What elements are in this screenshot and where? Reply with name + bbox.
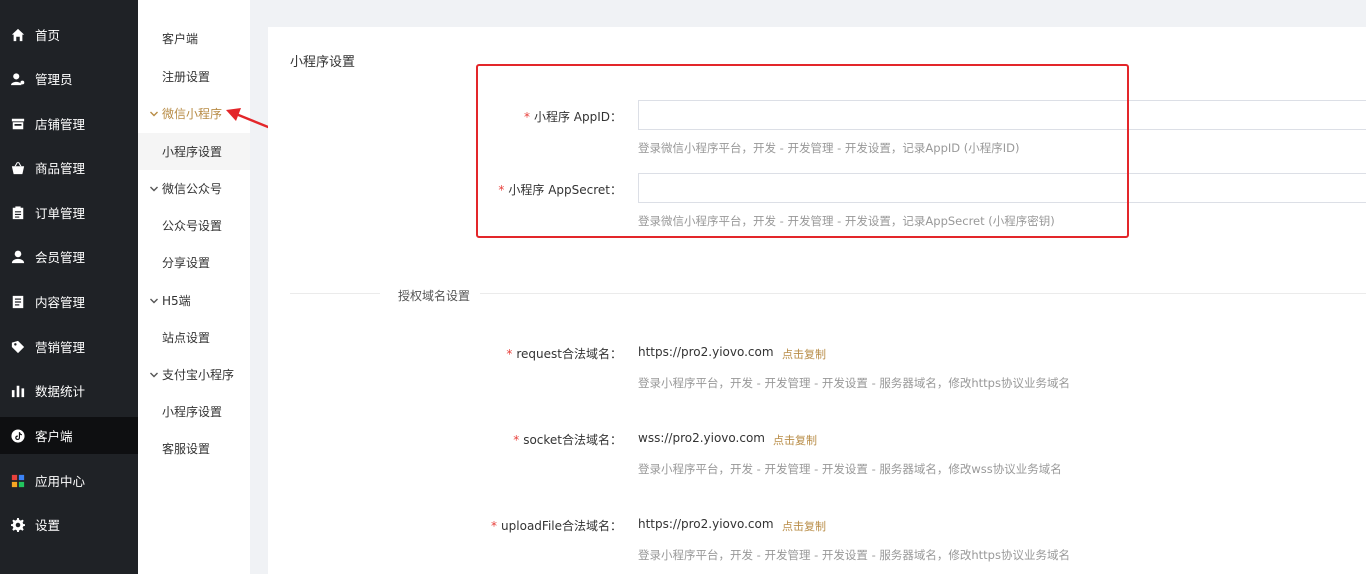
- annotation-highlight-box: [476, 64, 1129, 238]
- required-mark: *: [513, 433, 520, 447]
- sidebar-item-label: 内容管理: [35, 295, 86, 310]
- admin-user-icon: [11, 72, 25, 86]
- submenu-group-wechat-oa[interactable]: 微信公众号: [138, 170, 250, 207]
- submenu-group-label: H5端: [162, 294, 191, 308]
- submenu-group-h5[interactable]: H5端: [138, 282, 250, 319]
- sidebar-item-statistics[interactable]: 数据统计: [0, 372, 138, 409]
- chevron-down-icon: [149, 296, 159, 306]
- sidebar-item-members[interactable]: 会员管理: [0, 238, 138, 275]
- submenu-group-alipay-mini[interactable]: 支付宝小程序: [138, 356, 250, 393]
- domain-section-title: 授权域名设置: [396, 287, 473, 304]
- page-title: 小程序设置: [290, 55, 356, 70]
- request-domain-label-text: request合法域名：: [516, 347, 622, 361]
- required-mark: *: [506, 347, 513, 361]
- marketing-tag-icon: [11, 340, 25, 354]
- submenu-item-site-settings[interactable]: 站点设置: [138, 319, 250, 356]
- sidebar-item-apps[interactable]: 应用中心: [0, 462, 138, 499]
- sidebar-item-goods[interactable]: 商品管理: [0, 149, 138, 186]
- sidebar-item-settings[interactable]: 设置: [0, 506, 138, 543]
- sidebar-item-label: 设置: [35, 518, 61, 533]
- sidebar-item-label: 订单管理: [35, 206, 86, 221]
- home-icon: [11, 28, 25, 42]
- main-sidebar: 首页 管理员 店铺管理 商品管理 订单管理 会员管理 内容管理 营销管理 数据统…: [0, 0, 138, 574]
- submenu-item-share-settings[interactable]: 分享设置: [138, 244, 250, 281]
- sidebar-item-label: 数据统计: [35, 384, 86, 399]
- store-icon: [11, 117, 25, 131]
- sidebar-item-label: 客户端: [35, 429, 73, 444]
- chevron-down-icon: [149, 370, 159, 380]
- sidebar-item-label: 应用中心: [35, 474, 86, 489]
- gear-icon: [11, 517, 25, 532]
- sub-menu: 客户端 注册设置 微信小程序 小程序设置 微信公众号 公众号设置 分享设置 H5…: [138, 0, 250, 574]
- socket-copy-link[interactable]: 点击复制: [773, 432, 817, 448]
- upload-copy-link[interactable]: 点击复制: [782, 518, 826, 534]
- content-icon: [11, 295, 25, 309]
- upload-domain-label: * uploadFile合法域名：: [491, 517, 622, 534]
- app-grid-icon: [11, 474, 25, 488]
- socket-domain-label: * socket合法域名：: [513, 431, 622, 448]
- submenu-item-oa-settings[interactable]: 公众号设置: [138, 207, 250, 244]
- submenu-item-client[interactable]: 客户端: [138, 20, 250, 57]
- request-copy-link[interactable]: 点击复制: [782, 346, 826, 362]
- socket-domain-hint: 登录小程序平台，开发 - 开发管理 - 开发设置 - 服务器域名，修改wss协议…: [638, 462, 1062, 476]
- order-clipboard-icon: [11, 205, 25, 220]
- socket-domain-label-text: socket合法域名：: [523, 433, 622, 447]
- sidebar-item-marketing[interactable]: 营销管理: [0, 328, 138, 365]
- upload-domain-hint: 登录小程序平台，开发 - 开发管理 - 开发设置 - 服务器域名，修改https…: [638, 548, 1070, 562]
- submenu-item-alipay-mini-settings[interactable]: 小程序设置: [138, 393, 250, 430]
- request-domain-hint: 登录小程序平台，开发 - 开发管理 - 开发设置 - 服务器域名，修改https…: [638, 376, 1070, 390]
- request-domain-value: https://pro2.yiovo.com: [638, 345, 774, 359]
- upload-domain-label-text: uploadFile合法域名：: [501, 519, 622, 533]
- chevron-down-icon: [149, 109, 159, 119]
- submenu-item-service-settings[interactable]: 客服设置: [138, 430, 250, 467]
- required-mark: *: [491, 519, 498, 533]
- submenu-group-label: 微信小程序: [162, 107, 223, 121]
- submenu-item-register[interactable]: 注册设置: [138, 58, 250, 95]
- sidebar-item-admin[interactable]: 管理员: [0, 60, 138, 97]
- bar-chart-icon: [11, 384, 25, 398]
- sidebar-item-label: 管理员: [35, 72, 73, 87]
- divider-line-right: [480, 293, 1366, 294]
- socket-domain-value: wss://pro2.yiovo.com: [638, 431, 765, 445]
- divider-line-left: [290, 293, 380, 294]
- sidebar-item-label: 商品管理: [35, 161, 86, 176]
- sidebar-item-orders[interactable]: 订单管理: [0, 194, 138, 231]
- chevron-down-icon: [149, 184, 159, 194]
- upload-domain-value: https://pro2.yiovo.com: [638, 517, 774, 531]
- sidebar-item-label: 会员管理: [35, 250, 86, 265]
- sidebar-item-label: 店铺管理: [35, 117, 86, 132]
- member-icon: [11, 250, 25, 264]
- sidebar-item-home[interactable]: 首页: [0, 16, 138, 53]
- submenu-group-label: 支付宝小程序: [162, 368, 235, 382]
- submenu-group-label: 微信公众号: [162, 182, 223, 196]
- sidebar-item-label: 营销管理: [35, 340, 86, 355]
- top-bar: [250, 0, 1366, 12]
- sidebar-item-label: 首页: [35, 28, 61, 43]
- sidebar-item-client[interactable]: 客户端: [0, 417, 138, 454]
- sidebar-item-store[interactable]: 店铺管理: [0, 105, 138, 142]
- request-domain-label: * request合法域名：: [506, 345, 622, 362]
- tiktok-client-icon: [11, 428, 25, 443]
- shopping-basket-icon: [11, 161, 25, 175]
- sidebar-item-content[interactable]: 内容管理: [0, 283, 138, 320]
